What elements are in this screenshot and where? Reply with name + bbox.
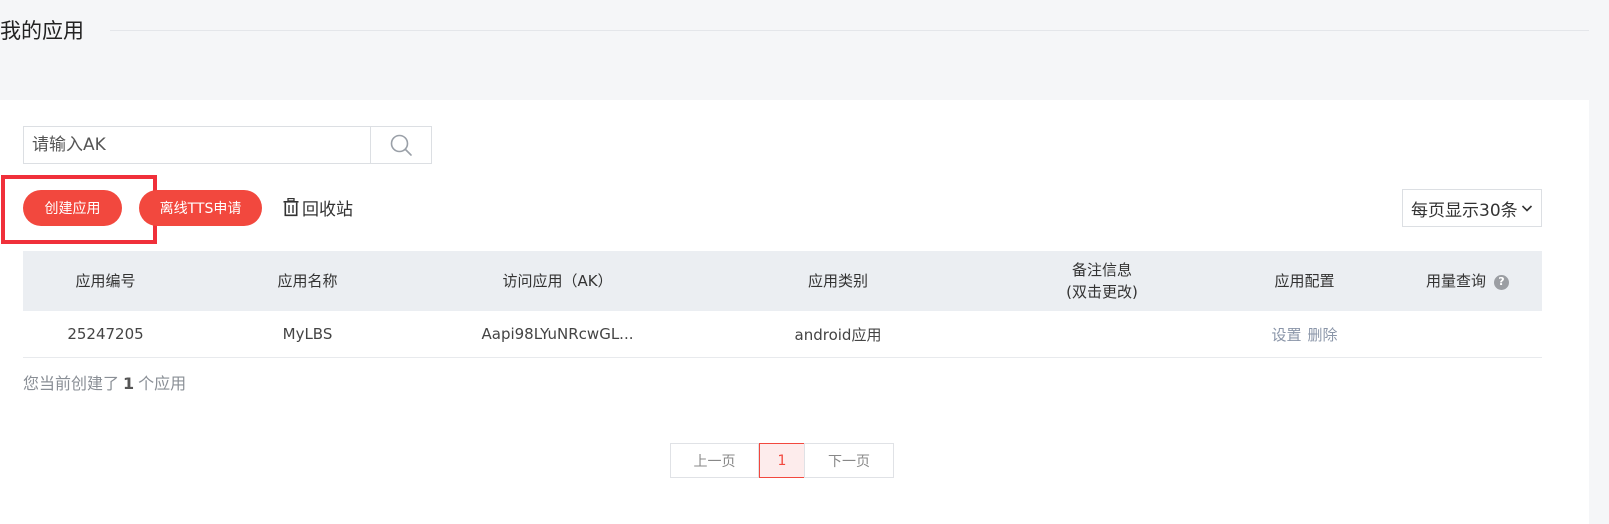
offline-tts-apply-button[interactable]: 离线TTS申请 bbox=[139, 190, 262, 226]
col-header-usage-label: 用量查询 bbox=[1425, 272, 1486, 290]
cell-app-type: android应用 bbox=[688, 311, 988, 358]
page-header: 我的应用 bbox=[0, 0, 1609, 100]
col-header-note-line1: 备注信息 bbox=[1071, 261, 1132, 279]
cell-app-name: MyLBS bbox=[188, 311, 427, 358]
recycle-bin-label: 回收站 bbox=[302, 199, 353, 220]
create-app-button[interactable]: 创建应用 bbox=[23, 190, 122, 226]
col-header-note: 备注信息 (双击更改) bbox=[988, 251, 1216, 311]
page-size-value: 每页显示30条 bbox=[1411, 200, 1518, 221]
title-divider bbox=[110, 30, 1589, 31]
pagination: 上一页 1 下一页 bbox=[670, 443, 894, 478]
settings-link[interactable]: 设置 bbox=[1271, 326, 1301, 344]
table-header-row: 应用编号 应用名称 访问应用（AK） 应用类别 备注信息 (双击更改) 应用配置… bbox=[23, 251, 1542, 311]
col-header-note-line2: (双击更改) bbox=[1066, 283, 1138, 301]
trash-icon bbox=[283, 197, 299, 216]
prev-page-button[interactable]: 上一页 bbox=[670, 443, 759, 478]
col-header-name: 应用名称 bbox=[188, 251, 427, 311]
summary-suffix: 个应用 bbox=[138, 374, 187, 393]
page-number-current[interactable]: 1 bbox=[759, 443, 805, 478]
col-header-type: 应用类别 bbox=[688, 251, 988, 311]
page-size-select[interactable]: 每页显示30条 bbox=[1402, 189, 1542, 227]
cell-app-note[interactable] bbox=[988, 311, 1216, 358]
col-header-id: 应用编号 bbox=[23, 251, 188, 311]
search-box bbox=[23, 126, 432, 164]
col-header-usage: 用量查询? bbox=[1393, 251, 1542, 311]
table-row: 25247205 MyLBS Aapi98LYuNRcwGL... androi… bbox=[23, 311, 1542, 358]
summary-count: 1 bbox=[123, 374, 135, 393]
cell-app-usage bbox=[1393, 311, 1542, 358]
search-button[interactable] bbox=[370, 127, 431, 163]
app-count-summary: 您当前创建了 1 个应用 bbox=[23, 370, 186, 394]
next-page-button[interactable]: 下一页 bbox=[804, 443, 894, 478]
page-title: 我的应用 bbox=[0, 19, 84, 43]
chevron-down-icon bbox=[1521, 205, 1533, 212]
apps-table: 应用编号 应用名称 访问应用（AK） 应用类别 备注信息 (双击更改) 应用配置… bbox=[23, 251, 1542, 358]
summary-prefix: 您当前创建了 bbox=[23, 374, 120, 393]
help-icon[interactable]: ? bbox=[1494, 274, 1509, 290]
delete-link[interactable]: 删除 bbox=[1308, 326, 1338, 344]
recycle-bin-link[interactable]: 回收站 bbox=[283, 194, 353, 220]
cell-app-ak: Aapi98LYuNRcwGL... bbox=[427, 311, 688, 358]
search-input[interactable] bbox=[24, 127, 380, 163]
col-header-ak: 访问应用（AK） bbox=[427, 251, 688, 311]
cell-app-id: 25247205 bbox=[23, 311, 188, 358]
col-header-config: 应用配置 bbox=[1216, 251, 1393, 311]
search-icon bbox=[390, 134, 412, 156]
cell-app-config: 设置 删除 bbox=[1216, 311, 1393, 358]
